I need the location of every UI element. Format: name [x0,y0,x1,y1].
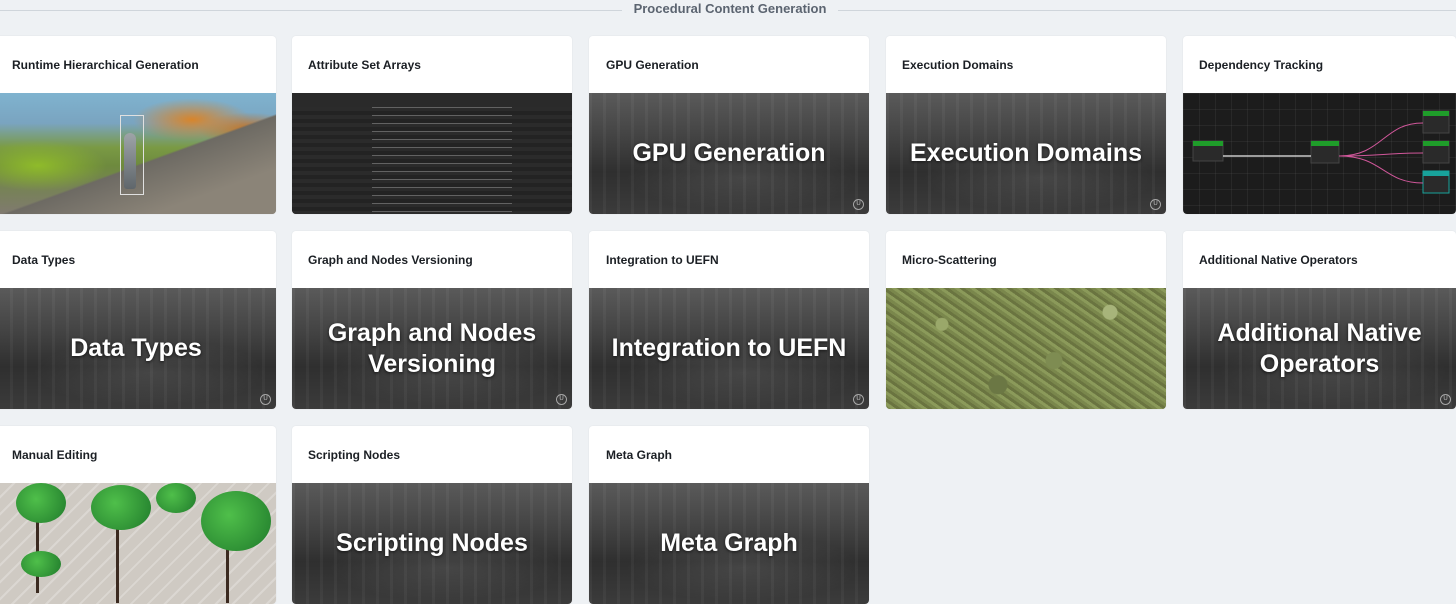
tree-canopy [16,483,66,523]
section-divider-left [0,10,622,11]
card-thumbnail [0,483,276,604]
card-thumbnail: Execution Domains U [886,93,1166,214]
card-micro-scattering[interactable]: Micro-Scattering [886,231,1166,409]
card-thumbnail: Additional Native Operators U [1183,288,1456,409]
graph-node-header [1423,141,1449,146]
card-title: Manual Editing [12,448,98,462]
card-title: Meta Graph [606,448,673,462]
thumbnail-overlay-text: Integration to UEFN [611,334,847,362]
card-title: Dependency Tracking [1199,58,1324,72]
card-gpu-generation[interactable]: GPU Generation GPU Generation U [589,36,869,214]
graph-node-header [1193,141,1223,146]
card-title: Runtime Hierarchical Generation [12,58,199,72]
card-title: GPU Generation [606,58,699,72]
graph-wire [1338,155,1424,184]
card-title: Scripting Nodes [308,448,401,462]
card-title: Graph and Nodes Versioning [308,253,473,267]
unreal-engine-logo-icon: U [556,394,567,405]
graph-node-header [1423,171,1449,176]
card-title: Data Types [12,253,76,267]
character-figure [124,133,136,189]
card-thumbnail: GPU Generation U [589,93,869,214]
unreal-engine-logo-icon: U [1440,394,1451,405]
thumbnail-overlay-text: Execution Domains [910,139,1142,167]
node-graph-diagram [1192,110,1450,194]
card-runtime-hierarchical-generation[interactable]: Runtime Hierarchical Generation [0,36,276,214]
section-title: Procedural Content Generation [633,1,827,16]
card-title: Additional Native Operators [1199,253,1358,267]
thumbnail-overlay-text: Scripting Nodes [336,529,528,557]
card-data-types[interactable]: Data Types Data Types U [0,231,276,409]
card-thumbnail [0,93,276,214]
card-title: Integration to UEFN [606,253,719,267]
graph-wire [1338,122,1424,157]
card-execution-domains[interactable]: Execution Domains Execution Domains U [886,36,1166,214]
unreal-engine-logo-icon: U [1150,199,1161,210]
section-divider-right [838,10,1456,11]
thumbnail-overlay-text: Additional Native Operators [1217,318,1422,378]
card-title: Execution Domains [902,58,1014,72]
card-scripting-nodes[interactable]: Scripting Nodes Scripting Nodes [292,426,572,604]
unreal-engine-logo-icon: U [853,394,864,405]
card-thumbnail [292,93,572,214]
card-graph-and-nodes-versioning[interactable]: Graph and Nodes Versioning Graph and Nod… [292,231,572,409]
card-thumbnail: Meta Graph [589,483,869,604]
card-thumbnail: Scripting Nodes [292,483,572,604]
card-title: Attribute Set Arrays [308,58,421,72]
card-integration-to-uefn[interactable]: Integration to UEFN Integration to UEFN … [589,231,869,409]
card-meta-graph[interactable]: Meta Graph Meta Graph [589,426,869,604]
unreal-engine-logo-icon: U [853,199,864,210]
unreal-engine-logo-icon: U [260,394,271,405]
card-additional-native-operators[interactable]: Additional Native Operators Additional N… [1183,231,1456,409]
card-manual-editing[interactable]: Manual Editing [0,426,276,604]
tree-canopy [201,491,271,551]
card-thumbnail: Graph and Nodes Versioning U [292,288,572,409]
graph-node-header [1423,111,1449,116]
thumbnail-overlay-text: Graph and Nodes Versioning [327,318,537,378]
thumbnail-overlay-text: GPU Generation [632,139,826,167]
thumbnail-overlay-text: Data Types [70,334,202,362]
tree-canopy [21,551,61,577]
card-title: Micro-Scattering [902,253,997,267]
card-dependency-tracking[interactable]: Dependency Tracking [1183,36,1456,214]
card-attribute-set-arrays[interactable]: Attribute Set Arrays [292,36,572,214]
card-thumbnail: Integration to UEFN U [589,288,869,409]
card-thumbnail [1183,93,1456,214]
section-header: Procedural Content Generation [0,0,1456,20]
card-thumbnail: Data Types U [0,288,276,409]
table-toolbar [292,93,572,108]
tree-canopy [91,485,151,530]
graph-node-header [1311,141,1339,146]
tree-canopy [156,483,196,513]
table-rows [292,107,572,214]
thumbnail-overlay-text: Meta Graph [660,529,798,557]
card-thumbnail [886,288,1166,409]
